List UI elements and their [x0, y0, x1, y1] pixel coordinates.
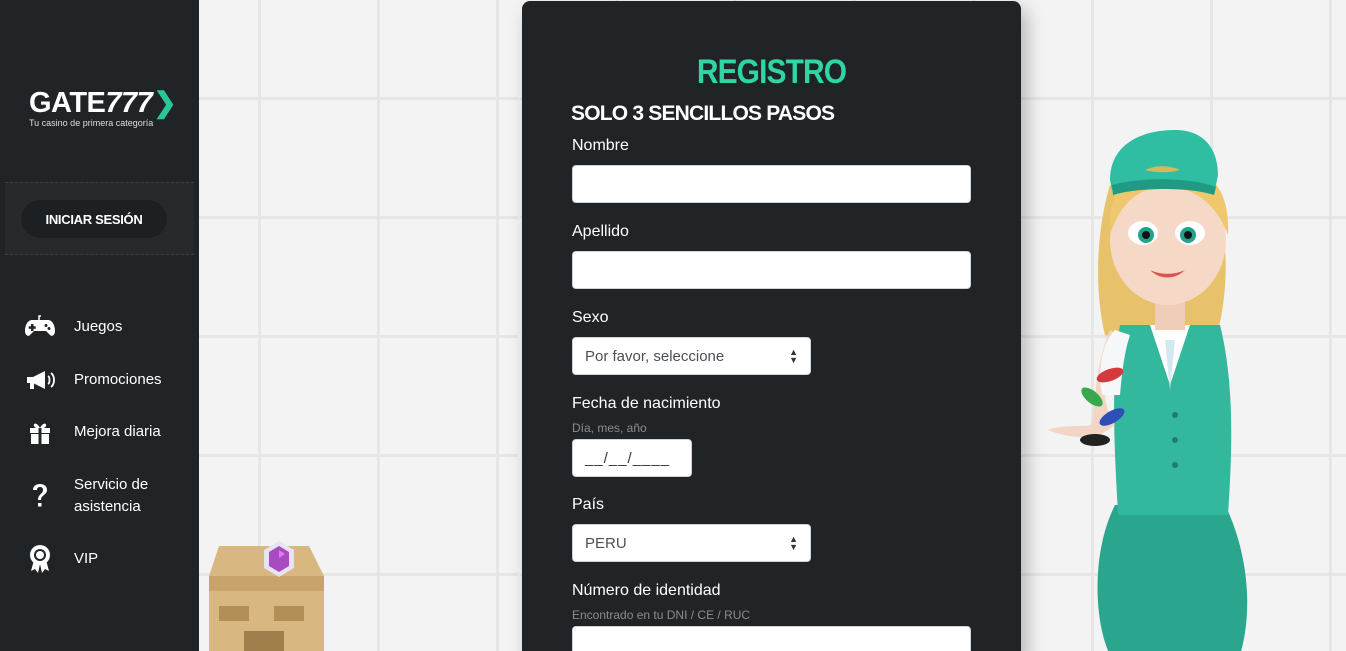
megaphone-icon	[24, 366, 56, 394]
login-panel: INICIAR SESIÓN	[5, 182, 194, 255]
identidad-label: Número de identidad	[572, 582, 721, 599]
question-icon	[24, 482, 56, 510]
logo-wordmark: GATE 777 ❯	[29, 86, 179, 120]
sexo-select-value: Por favor, seleccione	[585, 347, 725, 365]
pais-select[interactable]: PERU ▲ ▼	[572, 524, 811, 562]
brand-logo[interactable]: GATE 777 ❯ Tu casino de primera categoría	[29, 86, 179, 128]
nombre-label: Nombre	[572, 137, 629, 154]
sexo-select[interactable]: Por favor, seleccione ▲ ▼	[572, 337, 811, 375]
sidebar-item-servicio[interactable]: Servicio de asistencia	[24, 474, 174, 518]
gift-icon	[24, 418, 56, 446]
identidad-input[interactable]	[572, 626, 971, 651]
totem-decoration	[209, 541, 324, 651]
sidebar-item-label: Juegos	[74, 318, 123, 335]
logo-number-text: 777	[105, 87, 153, 119]
logo-main-text: GATE	[29, 87, 106, 119]
sexo-label: Sexo	[572, 309, 609, 326]
stewardess-mascot-illustration	[1048, 130, 1248, 651]
fecha-hint: Día, mes, año	[572, 421, 647, 435]
apellido-input[interactable]	[572, 251, 971, 289]
sidebar-item-label: Mejora diaria	[74, 423, 161, 440]
sidebar-item-label: VIP	[74, 550, 99, 567]
registration-card: REGISTRO SOLO 3 SENCILLOS PASOS Nombre A…	[522, 1, 1021, 651]
registration-subtitle: SOLO 3 SENCILLOS PASOS	[571, 102, 835, 125]
login-button[interactable]: INICIAR SESIÓN	[21, 200, 167, 238]
sidebar-item-promociones[interactable]: Promociones	[24, 366, 162, 394]
nombre-input[interactable]	[572, 165, 971, 203]
sidebar-item-vip[interactable]: VIP	[24, 545, 98, 573]
award-icon	[24, 545, 56, 573]
select-caret-icon: ▲ ▼	[789, 347, 798, 365]
identidad-hint: Encontrado en tu DNI / CE / RUC	[572, 608, 751, 622]
sidebar: GATE 777 ❯ Tu casino de primera categoría …	[0, 0, 199, 651]
fecha-input[interactable]: __/__/____	[572, 439, 692, 477]
gamepad-icon	[24, 313, 56, 341]
pais-select-value: PERU	[585, 534, 627, 552]
pais-label: País	[572, 496, 605, 513]
sidebar-item-juegos[interactable]: Juegos	[24, 313, 122, 341]
sidebar-item-mejora-diaria[interactable]: Mejora diaria	[24, 418, 161, 446]
sidebar-item-label: Servicio de asistencia	[74, 476, 149, 515]
logo-arrow-icon: ❯	[153, 87, 177, 118]
registration-title: REGISTRO	[696, 53, 847, 91]
fecha-label: Fecha de nacimiento	[572, 395, 721, 412]
select-caret-icon: ▲ ▼	[789, 534, 798, 552]
apellido-label: Apellido	[572, 223, 629, 240]
sidebar-item-label: Promociones	[74, 371, 162, 388]
